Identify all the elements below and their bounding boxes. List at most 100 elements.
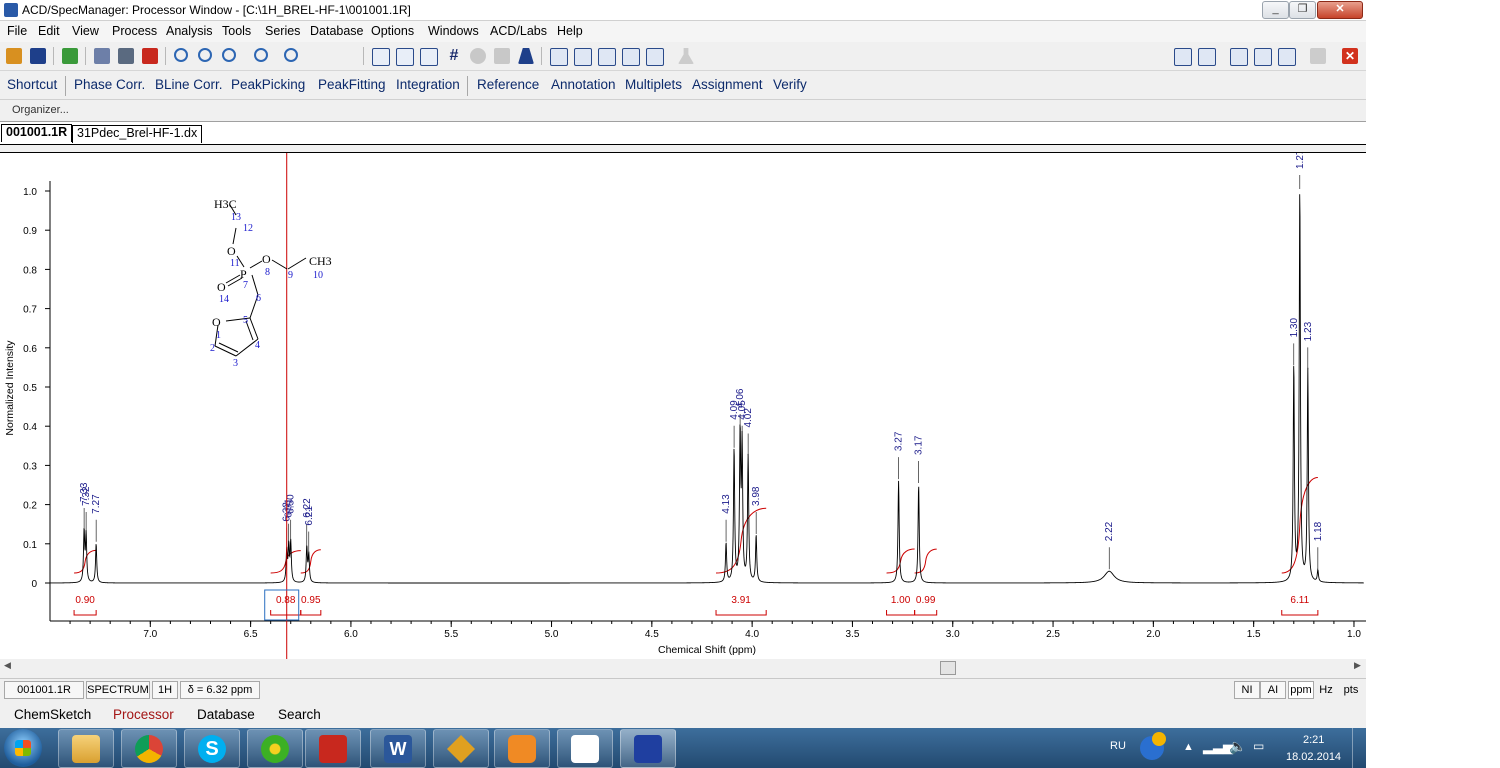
zoom-out-icon[interactable] (252, 46, 272, 66)
tray-expand-icon[interactable]: ▲ (1183, 741, 1194, 753)
status-hz[interactable]: Hz (1314, 681, 1338, 699)
scroll-left-icon[interactable]: ◀ (4, 660, 11, 671)
mode-shortcut[interactable]: Shortcut (7, 77, 57, 92)
help-flask-icon[interactable] (1308, 46, 1328, 66)
menu-tools[interactable]: Tools (222, 24, 251, 38)
menu-help[interactable]: Help (557, 24, 583, 38)
baseline-icon[interactable] (394, 46, 414, 66)
flask-icon[interactable] (676, 46, 696, 66)
start-button[interactable] (4, 729, 42, 767)
status-ppm[interactable]: ppm (1288, 681, 1314, 699)
zoom-all-icon[interactable] (220, 46, 240, 66)
acrobat-icon[interactable] (305, 729, 361, 768)
menu-edit[interactable]: Edit (38, 24, 60, 38)
snapshot-icon[interactable] (468, 46, 488, 66)
mode-reference[interactable]: Reference (477, 77, 539, 92)
print-icon[interactable] (116, 46, 136, 66)
language-indicator[interactable]: RU (1110, 740, 1126, 752)
mode-peak-picking[interactable]: PeakPicking (231, 77, 305, 92)
import-icon[interactable] (60, 46, 80, 66)
windows-logo-icon (15, 740, 31, 756)
mode-verify[interactable]: Verify (773, 77, 807, 92)
stack-icon[interactable] (572, 46, 592, 66)
tab-chemsketch[interactable]: ChemSketch (14, 707, 91, 722)
pdf-icon[interactable] (140, 46, 160, 66)
tms-icon[interactable] (596, 46, 616, 66)
status-ni[interactable]: NI (1234, 681, 1260, 699)
print-preview-icon[interactable] (92, 46, 112, 66)
battery-icon[interactable]: ▭ (1253, 739, 1264, 753)
close-doc-icon[interactable]: ✕ (1340, 46, 1360, 66)
peak-label-text: 4.02 (743, 408, 754, 428)
restore-button[interactable]: ❐ (1289, 1, 1316, 19)
minimize-button[interactable]: _ (1262, 1, 1289, 19)
setup-icon[interactable] (1276, 46, 1296, 66)
compare-icon[interactable] (1196, 46, 1216, 66)
x-tick-label: 3.0 (946, 629, 960, 640)
media-player-icon[interactable] (494, 729, 550, 768)
spec-active-icon[interactable] (620, 729, 676, 768)
scroll-thumb[interactable] (940, 661, 956, 675)
mode-peak-fitting[interactable]: PeakFitting (318, 77, 386, 92)
zoom-in-icon[interactable] (196, 46, 216, 66)
mode-assignment[interactable]: Assignment (692, 77, 763, 92)
layout-icon[interactable] (1172, 46, 1192, 66)
show-desktop-button[interactable] (1352, 728, 1366, 768)
tab-search[interactable]: Search (278, 707, 321, 722)
chrome-icon[interactable] (121, 729, 177, 768)
peak-label: 3.17 (914, 435, 925, 483)
grid-icon[interactable]: # (444, 46, 464, 66)
menu-acdlabs[interactable]: ACD/Labs (490, 24, 547, 38)
status-bar: 001001.1R SPECTRUM 1H δ = 6.32 ppm NI AI… (0, 678, 1366, 701)
clock-date[interactable]: 18.02.2014 (1286, 751, 1341, 763)
clock-time[interactable]: 2:21 (1303, 734, 1324, 746)
overlay-icon[interactable] (492, 46, 512, 66)
skype-icon[interactable]: S (184, 729, 240, 768)
spectrum-pane[interactable]: 7.0 6.5 6.0 5.5 5.0 4.5 4.0 3.5 3.0 2.5 2.0 1.5 1.0 0… (0, 152, 1366, 661)
word-icon[interactable]: W (370, 729, 426, 768)
menu-analysis[interactable]: Analysis (166, 24, 213, 38)
analyze-icon[interactable] (620, 46, 640, 66)
mode-phase-corr[interactable]: Phase Corr. (74, 77, 145, 92)
properties-icon[interactable] (1252, 46, 1272, 66)
menu-series[interactable]: Series (265, 24, 300, 38)
menu-file[interactable]: File (7, 24, 27, 38)
winamp-icon[interactable] (433, 729, 489, 768)
volume-icon[interactable]: 🔈 (1229, 738, 1246, 755)
phase-icon[interactable] (370, 46, 390, 66)
menu-process[interactable]: Process (112, 24, 157, 38)
organizer-link[interactable]: Organizer... (12, 104, 69, 116)
spectrum-chart[interactable]: 7.0 6.5 6.0 5.5 5.0 4.5 4.0 3.5 3.0 2.5 2.0 1.5 1.00… (0, 153, 1366, 660)
tab-31pdec[interactable]: 31Pdec_Brel-HF-1.dx (72, 125, 203, 143)
save-icon[interactable] (28, 46, 48, 66)
menu-view[interactable]: View (72, 24, 99, 38)
icq-icon[interactable] (247, 729, 303, 768)
mode-multiplets[interactable]: Multiplets (625, 77, 682, 92)
menu-options[interactable]: Options (371, 24, 414, 38)
toolbar-separator (363, 47, 364, 65)
zoom-fit-icon[interactable] (282, 46, 302, 66)
table-icon[interactable] (548, 46, 568, 66)
status-ai[interactable]: AI (1260, 681, 1286, 699)
mode-integration[interactable]: Integration (396, 77, 460, 92)
close-button[interactable]: ✕ (1317, 1, 1363, 19)
horizontal-scrollbar[interactable]: ◀ ▶ (0, 659, 1366, 675)
zoom-region-icon[interactable] (172, 46, 192, 66)
menu-windows[interactable]: Windows (428, 24, 479, 38)
explorer-icon[interactable] (58, 729, 114, 768)
tab-processor[interactable]: Processor (113, 707, 174, 722)
chart-setup-icon[interactable] (1228, 46, 1248, 66)
tab-001001-1r[interactable]: 001001.1R (1, 124, 73, 142)
mode-bline-corr[interactable]: BLine Corr. (155, 77, 223, 92)
peak-shape-icon[interactable] (644, 46, 664, 66)
tab-database[interactable]: Database (197, 707, 255, 722)
spec-chart-icon[interactable] (557, 729, 613, 768)
status-pts[interactable]: pts (1338, 681, 1364, 699)
shape-icon[interactable] (516, 46, 536, 66)
peak-icon[interactable] (418, 46, 438, 66)
x-tick-label: 2.5 (1046, 629, 1060, 640)
open-icon[interactable] (4, 46, 24, 66)
menu-database[interactable]: Database (310, 24, 364, 38)
mode-annotation[interactable]: Annotation (551, 77, 616, 92)
scroll-right-icon[interactable]: ▶ (1354, 660, 1361, 671)
